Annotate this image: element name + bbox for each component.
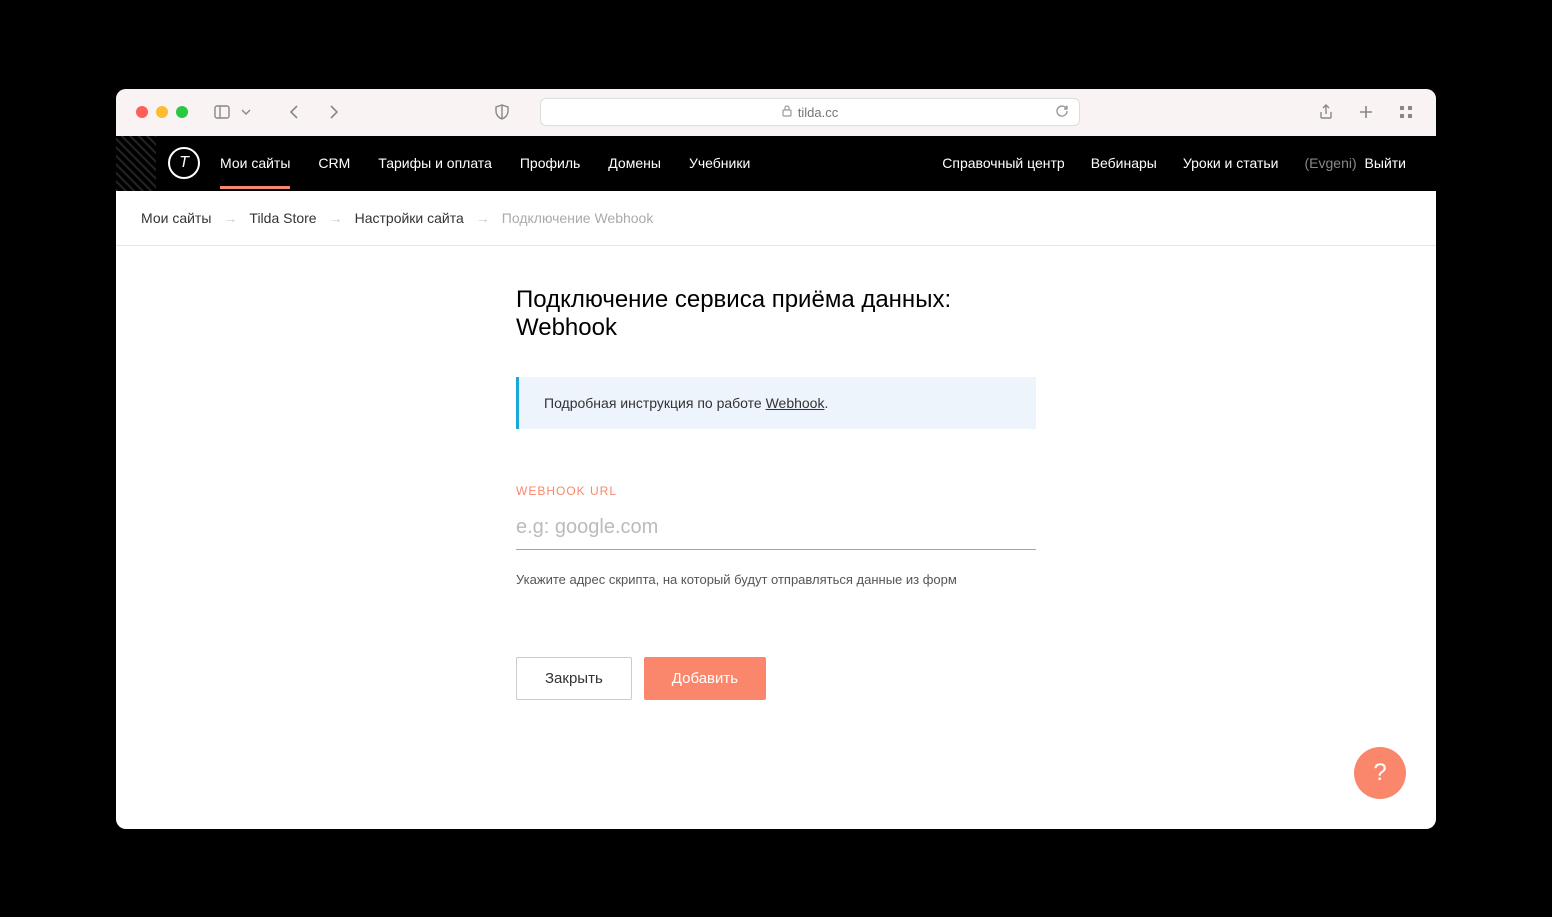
app-header: T Мои сайты CRM Тарифы и оплата Профиль … — [116, 136, 1436, 191]
nav-webinars[interactable]: Вебинары — [1091, 155, 1157, 171]
maximize-window-button[interactable] — [176, 106, 188, 118]
breadcrumb-arrow-icon: → — [329, 210, 343, 226]
browser-right-controls — [1316, 102, 1416, 122]
shield-icon[interactable] — [492, 102, 512, 122]
back-button[interactable] — [284, 102, 304, 122]
main-nav: Мои сайты CRM Тарифы и оплата Профиль До… — [220, 137, 750, 189]
address-bar[interactable]: tilda.cc — [540, 98, 1080, 126]
webhook-url-input[interactable] — [516, 510, 1036, 550]
breadcrumb-current: Подключение Webhook — [502, 210, 654, 226]
nav-tutorials[interactable]: Учебники — [689, 137, 750, 189]
help-text: Укажите адрес скрипта, на который будут … — [516, 572, 1036, 587]
help-fab[interactable]: ? — [1354, 747, 1406, 799]
share-icon[interactable] — [1316, 102, 1336, 122]
tabs-overview-icon[interactable] — [1396, 102, 1416, 122]
close-window-button[interactable] — [136, 106, 148, 118]
reload-icon[interactable] — [1055, 104, 1069, 121]
nav-my-sites[interactable]: Мои сайты — [220, 137, 290, 189]
breadcrumb-arrow-icon: → — [476, 210, 490, 226]
nav-articles[interactable]: Уроки и статьи — [1183, 155, 1279, 171]
secondary-nav: Справочный центр Вебинары Уроки и статьи… — [942, 155, 1436, 171]
button-row: Закрыть Добавить — [516, 657, 1036, 700]
url-text: tilda.cc — [798, 105, 838, 120]
nav-crm[interactable]: CRM — [318, 137, 350, 189]
chevron-down-icon[interactable] — [236, 102, 256, 122]
sidebar-toggle-group — [212, 102, 256, 122]
info-box: Подробная инструкция по работе Webhook. — [516, 377, 1036, 429]
page-title: Подключение сервиса приёма данных: Webho… — [516, 286, 1036, 342]
breadcrumb-item[interactable]: Настройки сайта — [355, 210, 464, 226]
new-tab-icon[interactable] — [1356, 102, 1376, 122]
nav-profile[interactable]: Профиль — [520, 137, 580, 189]
traffic-lights — [136, 106, 188, 118]
info-text: Подробная инструкция по работе — [544, 395, 766, 411]
navigation-arrows — [284, 102, 344, 122]
info-link[interactable]: Webhook — [766, 395, 825, 411]
tilda-logo[interactable]: T — [168, 147, 200, 179]
nav-help-center[interactable]: Справочный центр — [942, 155, 1064, 171]
user-info: (Evgeni) Выйти — [1305, 155, 1406, 171]
page-content: Подключение сервиса приёма данных: Webho… — [516, 246, 1036, 740]
logout-link[interactable]: Выйти — [1365, 155, 1406, 171]
browser-window: tilda.cc T Мои сайты CRM Тарифы и оплата… — [116, 89, 1436, 829]
breadcrumb-item[interactable]: Мои сайты — [141, 210, 211, 226]
field-label: WEBHOOK URL — [516, 484, 1036, 498]
breadcrumb-item[interactable]: Tilda Store — [249, 210, 316, 226]
header-pattern — [116, 136, 156, 191]
browser-toolbar: tilda.cc — [116, 89, 1436, 136]
nav-tariffs[interactable]: Тарифы и оплата — [378, 137, 492, 189]
lock-icon — [782, 105, 792, 120]
info-suffix: . — [824, 395, 828, 411]
breadcrumb: Мои сайты → Tilda Store → Настройки сайт… — [116, 191, 1436, 246]
minimize-window-button[interactable] — [156, 106, 168, 118]
close-button[interactable]: Закрыть — [516, 657, 632, 700]
breadcrumb-arrow-icon: → — [223, 210, 237, 226]
add-button[interactable]: Добавить — [644, 657, 766, 700]
nav-domains[interactable]: Домены — [608, 137, 661, 189]
sidebar-icon[interactable] — [212, 102, 232, 122]
forward-button[interactable] — [324, 102, 344, 122]
user-name: (Evgeni) — [1305, 155, 1357, 171]
